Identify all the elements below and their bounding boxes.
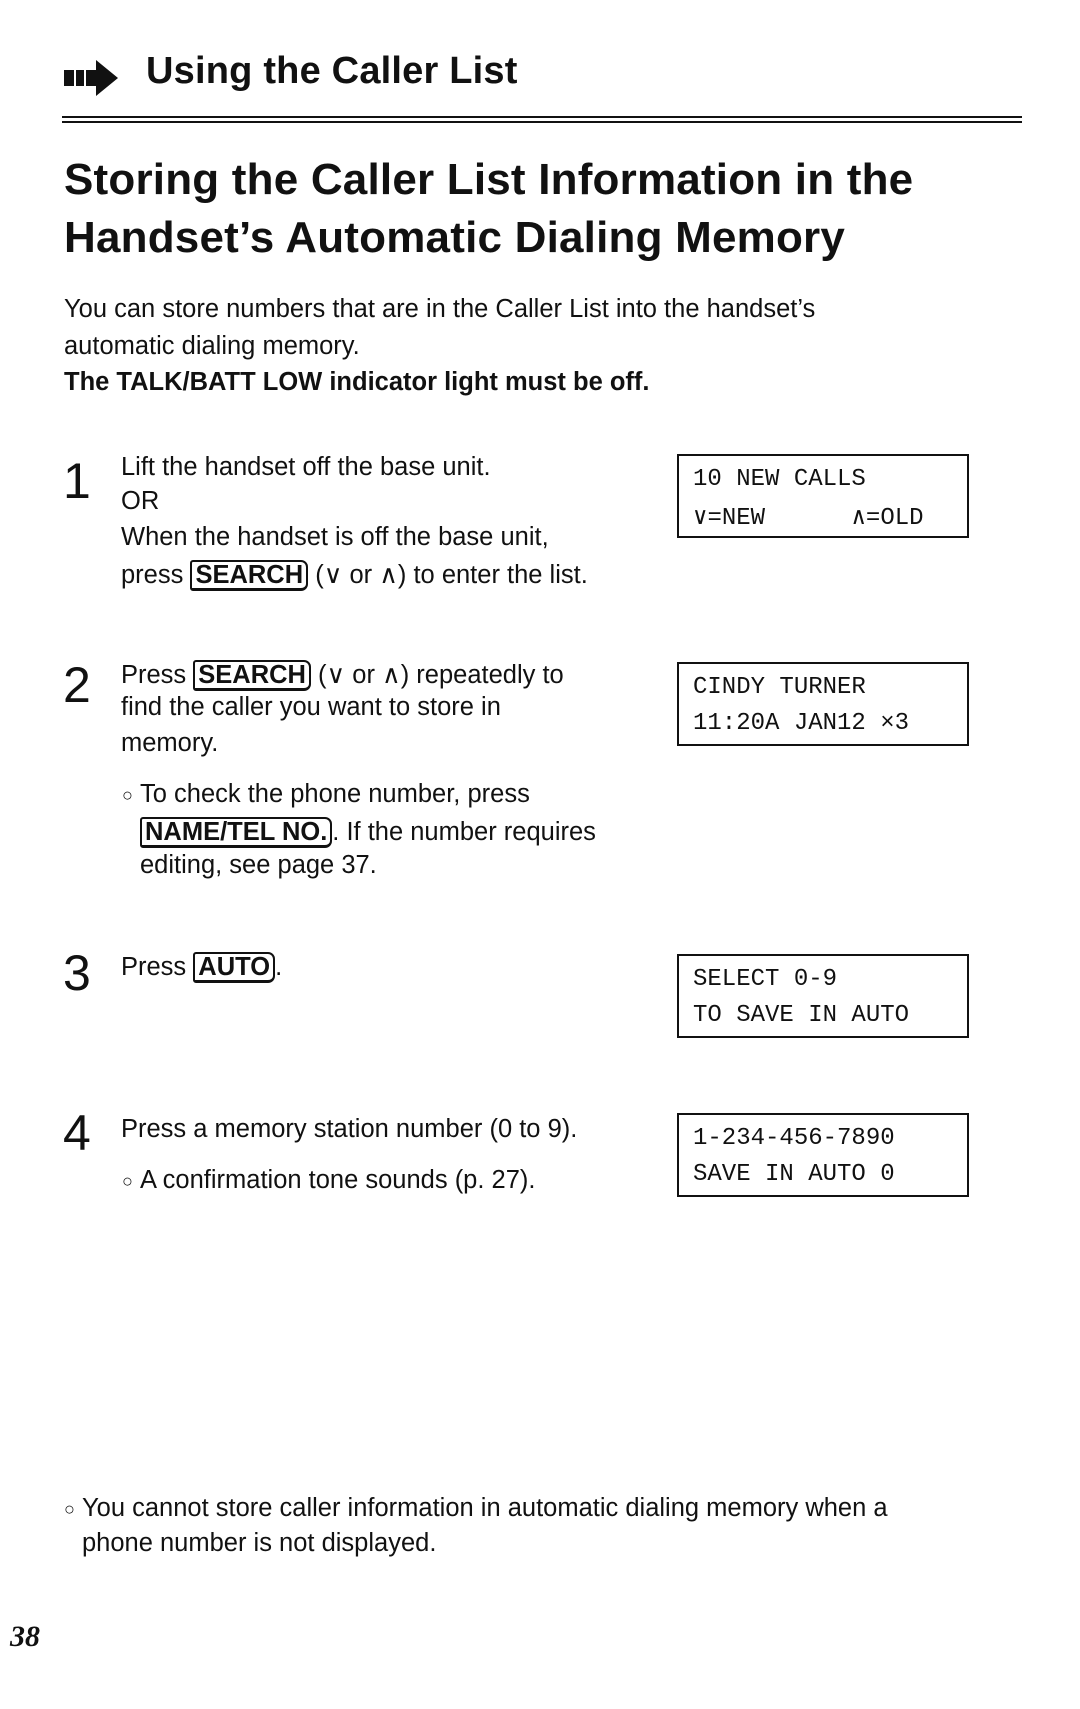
step-text-line: press SEARCH (∨ or ∧) to enter the list. <box>121 560 588 591</box>
step-number: 3 <box>63 945 91 1001</box>
text-segment: press <box>121 561 191 589</box>
lcd-line: ∨=NEW ∧=OLD <box>693 505 924 532</box>
page-title-line2: Handset’s Automatic Dialing Memory <box>64 213 846 262</box>
lcd-line: 11:20A JAN12 ×3 <box>693 710 910 737</box>
page-number: 38 <box>10 1620 40 1653</box>
key-label: SEARCH <box>190 560 309 591</box>
text-segment: (∨ or ∧) repeatedly to <box>310 661 564 689</box>
step-text-line: To check the phone number, press <box>140 780 530 808</box>
lcd-line: SELECT 0-9 <box>693 966 838 993</box>
text-segment: When the handset is off the base unit, <box>121 523 549 551</box>
text-segment: . If the number requires <box>332 818 596 846</box>
step-text-line: editing, see page 37. <box>140 851 377 879</box>
bullet-icon: ○ <box>64 1499 75 1519</box>
lcd-line: TO SAVE IN AUTO <box>693 1002 910 1029</box>
text-segment: Lift the handset off the base unit. <box>121 453 491 481</box>
step-text-line: find the caller you want to store in <box>121 693 501 721</box>
text-segment: Press <box>121 953 194 981</box>
key-label: NAME/TEL NO. <box>140 817 333 848</box>
footnote-line1: You cannot store caller information in a… <box>82 1494 888 1522</box>
step-text-line: When the handset is off the base unit, <box>121 523 549 551</box>
step-text-line: A confirmation tone sounds (p. 27). <box>140 1166 536 1194</box>
step-number: 1 <box>63 453 91 509</box>
key-label: SEARCH <box>193 660 311 691</box>
page-title-line1: Storing the Caller List Information in t… <box>64 155 914 204</box>
lcd-display: 10 NEW CALLS ∨=NEW ∧=OLD <box>677 454 969 538</box>
step-text-line: memory. <box>121 729 219 757</box>
step-text-line: Lift the handset off the base unit. <box>121 453 491 481</box>
lcd-display: 1-234-456-7890 SAVE IN AUTO 0 <box>677 1113 969 1197</box>
text-segment: Press <box>121 661 194 689</box>
bullet-icon: ○ <box>122 1171 133 1191</box>
step-text-line: Press a memory station number (0 to 9). <box>121 1115 578 1143</box>
intro-note: The TALK/BATT LOW indicator light must b… <box>64 368 650 396</box>
header-rule <box>62 116 1022 123</box>
text-segment: memory. <box>121 729 219 757</box>
key-label: AUTO <box>193 952 276 983</box>
lcd-display: SELECT 0-9 TO SAVE IN AUTO <box>677 954 969 1038</box>
text-segment: find the caller you want to store in <box>121 693 501 721</box>
bullet-icon: ○ <box>122 785 133 805</box>
section-title: Using the Caller List <box>146 50 518 92</box>
intro-line1: You can store numbers that are in the Ca… <box>64 295 816 323</box>
arrow-right-icon <box>64 60 118 96</box>
step-number: 2 <box>63 657 91 713</box>
intro-line2: automatic dialing memory. <box>64 332 360 360</box>
step-text-line: Press AUTO. <box>121 952 282 983</box>
lcd-line: SAVE IN AUTO 0 <box>693 1161 895 1188</box>
step-text-line: NAME/TEL NO.. If the number requires <box>140 817 596 848</box>
text-segment: editing, see page 37. <box>140 851 377 879</box>
lcd-line: 1-234-456-7890 <box>693 1125 895 1152</box>
footnote-line2: phone number is not displayed. <box>82 1529 437 1557</box>
text-segment: OR <box>121 487 160 515</box>
lcd-display: CINDY TURNER 11:20A JAN12 ×3 <box>677 662 969 746</box>
text-segment: To check the phone number, press <box>140 780 530 808</box>
step-text-line: Press SEARCH (∨ or ∧) repeatedly to <box>121 660 564 691</box>
step-text-line: OR <box>121 487 160 515</box>
text-segment: (∨ or ∧) to enter the list. <box>308 561 588 589</box>
text-segment: Press a memory station number (0 to 9). <box>121 1115 578 1143</box>
step-number: 4 <box>63 1105 91 1161</box>
lcd-line: 10 NEW CALLS <box>693 466 866 493</box>
text-segment: A confirmation tone sounds (p. 27). <box>140 1166 536 1194</box>
text-segment: . <box>275 953 283 981</box>
lcd-line: CINDY TURNER <box>693 674 866 701</box>
